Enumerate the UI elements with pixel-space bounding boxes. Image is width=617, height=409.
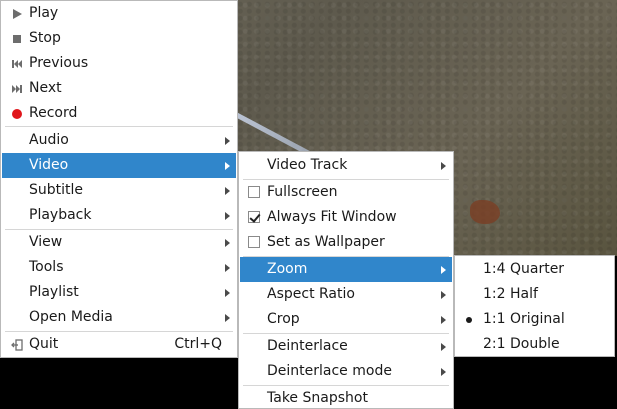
submenu-arrow-icon [441,343,446,351]
play-icon [13,9,22,19]
stop-icon [13,35,21,43]
menu-item-label: Always Fit Window [267,209,397,225]
submenu-arrow-icon [225,137,230,145]
shortcut-text: Ctrl+Q [174,336,222,352]
menu-item-label: Deinterlace [267,338,348,354]
menu-item-video[interactable]: Video [2,153,236,178]
next-icon [12,85,22,93]
menu-item-label: Record [29,105,78,121]
menu-item-label: 1:1 Original [483,311,565,327]
menu-item-label: Deinterlace mode [267,363,392,379]
selected-radio-icon [466,317,472,323]
menu-item-label: Tools [29,259,64,275]
menu-item-zoom[interactable]: Zoom [240,257,452,282]
zoom-option-half[interactable]: 1:2 Half [456,282,613,307]
video-content-detail [470,200,500,224]
menu-item-take-snapshot[interactable]: Take Snapshot [240,386,452,409]
fullscreen-checkbox[interactable] [248,186,260,198]
menu-item-playback[interactable]: Playback [2,203,236,228]
submenu-arrow-icon [225,239,230,247]
record-icon [12,109,22,119]
quit-icon [11,339,23,351]
submenu-arrow-icon [225,264,230,272]
menu-item-next[interactable]: Next [2,76,236,101]
menu-item-tools[interactable]: Tools [2,255,236,280]
menu-item-record[interactable]: Record [2,101,236,126]
submenu-arrow-icon [225,289,230,297]
submenu-arrow-icon [441,266,446,274]
menu-item-label: Aspect Ratio [267,286,355,302]
menu-item-label: Playback [29,207,92,223]
menu-item-label: Playlist [29,284,79,300]
menu-item-label: Set as Wallpaper [267,234,385,250]
menu-separator [5,126,233,127]
menu-item-label: Quit [29,336,59,352]
menu-item-crop[interactable]: Crop [240,307,452,332]
menu-item-deinterlace[interactable]: Deinterlace [240,334,452,359]
menu-item-audio[interactable]: Audio [2,128,236,153]
menu-item-subtitle[interactable]: Subtitle [2,178,236,203]
menu-item-always-fit-window[interactable]: Always Fit Window [240,205,452,230]
menu-item-label: Take Snapshot [267,390,368,406]
menu-item-label: Zoom [267,261,308,277]
menu-item-label: Open Media [29,309,113,325]
menu-item-label: Play [29,5,59,21]
zoom-option-double[interactable]: 2:1 Double [456,332,613,357]
video-submenu: Video Track Fullscreen Always Fit Window… [238,151,454,409]
menu-item-label: Crop [267,311,300,327]
menu-item-aspect-ratio[interactable]: Aspect Ratio [240,282,452,307]
menu-item-label: 2:1 Double [483,336,560,352]
menu-item-label: Subtitle [29,182,84,198]
menu-item-label: Video [29,157,69,173]
submenu-arrow-icon [441,291,446,299]
submenu-arrow-icon [441,316,446,324]
menu-item-previous[interactable]: Previous [2,51,236,76]
zoom-option-quarter[interactable]: 1:4 Quarter [456,257,613,282]
menu-item-set-as-wallpaper[interactable]: Set as Wallpaper [240,230,452,255]
menu-item-label: Stop [29,30,61,46]
menu-item-label: 1:4 Quarter [483,261,565,277]
menu-item-label: Audio [29,132,69,148]
submenu-arrow-icon [441,162,446,170]
submenu-arrow-icon [225,314,230,322]
menu-item-quit[interactable]: Quit Ctrl+Q [2,332,236,357]
menu-item-label: Next [29,80,62,96]
submenu-arrow-icon [225,187,230,195]
menu-item-label: Fullscreen [267,184,338,200]
menu-item-video-track[interactable]: Video Track [240,153,452,178]
menu-item-label: View [29,234,63,250]
menu-item-stop[interactable]: Stop [2,26,236,51]
zoom-submenu: 1:4 Quarter 1:2 Half 1:1 Original 2:1 Do… [454,255,615,357]
set-as-wallpaper-checkbox[interactable] [248,236,260,248]
player-window: Play Stop Previous Next Record Audio Vid… [0,0,617,409]
submenu-arrow-icon [225,212,230,220]
menu-item-play[interactable]: Play [2,1,236,26]
zoom-option-original[interactable]: 1:1 Original [456,307,613,332]
previous-icon [12,60,22,68]
menu-item-label: Video Track [267,157,348,173]
menu-item-view[interactable]: View [2,230,236,255]
menu-item-playlist[interactable]: Playlist [2,280,236,305]
menu-item-open-media[interactable]: Open Media [2,305,236,330]
always-fit-window-checkbox[interactable] [248,211,260,223]
menu-item-deinterlace-mode[interactable]: Deinterlace mode [240,359,452,384]
submenu-arrow-icon [225,162,230,170]
context-menu: Play Stop Previous Next Record Audio Vid… [0,0,238,358]
submenu-arrow-icon [441,368,446,376]
menu-item-label: 1:2 Half [483,286,538,302]
menu-item-label: Previous [29,55,89,71]
menu-item-fullscreen[interactable]: Fullscreen [240,180,452,205]
